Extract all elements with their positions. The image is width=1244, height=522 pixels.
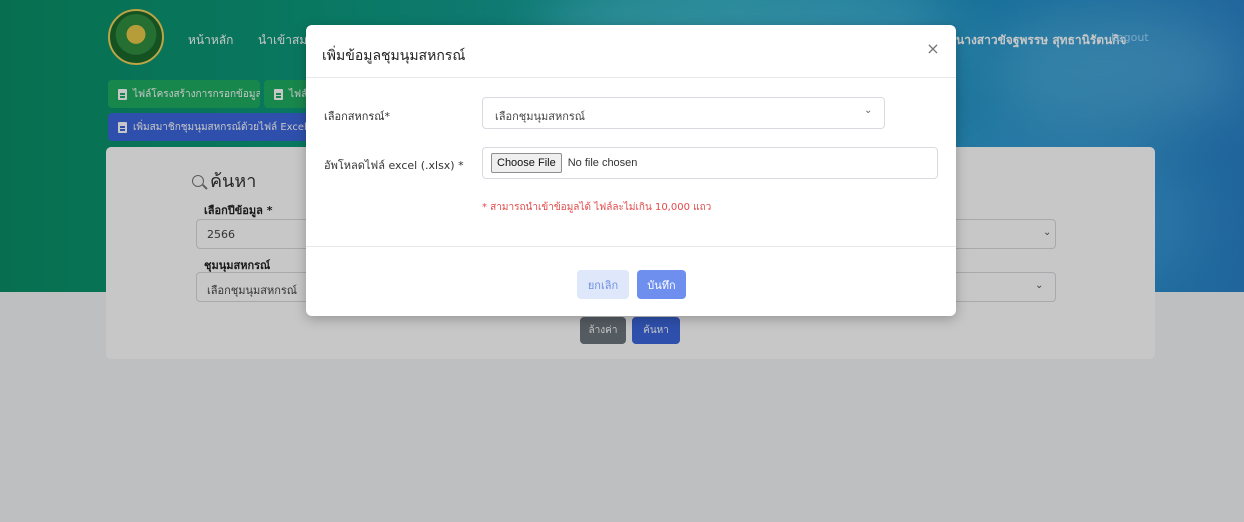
upload-file-label: อัพโหลดไฟล์ excel (.xlsx) * <box>324 159 464 172</box>
row-limit-note: * สามารถนำเข้าข้อมูลได้ ไฟล์ละไม่เกิน 10… <box>482 202 712 213</box>
cooperative-select-label: เลือกสหกรณ์* <box>324 110 391 123</box>
file-input[interactable]: Choose File No file chosen <box>482 147 938 179</box>
save-button[interactable]: บันทึก <box>637 270 686 299</box>
choose-file-button[interactable]: Choose File <box>491 153 562 173</box>
modal-title: เพิ่มข้อมูลชุมนุมสหกรณ์ <box>322 48 466 64</box>
chevron-down-icon: ⌄ <box>864 105 873 116</box>
cooperative-select[interactable]: เลือกชุมนุมสหกรณ์ <box>482 97 885 129</box>
close-icon[interactable]: × <box>923 39 943 59</box>
cooperative-select-value: เลือกชุมนุมสหกรณ์ <box>495 110 585 123</box>
file-status-text: No file chosen <box>567 157 638 169</box>
add-assembly-modal: เพิ่มข้อมูลชุมนุมสหกรณ์ × เลือกสหกรณ์* เ… <box>306 25 956 316</box>
modal-header: เพิ่มข้อมูลชุมนุมสหกรณ์ × <box>306 25 956 78</box>
cancel-button[interactable]: ยกเลิก <box>577 270 629 299</box>
modal-footer-divider <box>306 246 956 247</box>
